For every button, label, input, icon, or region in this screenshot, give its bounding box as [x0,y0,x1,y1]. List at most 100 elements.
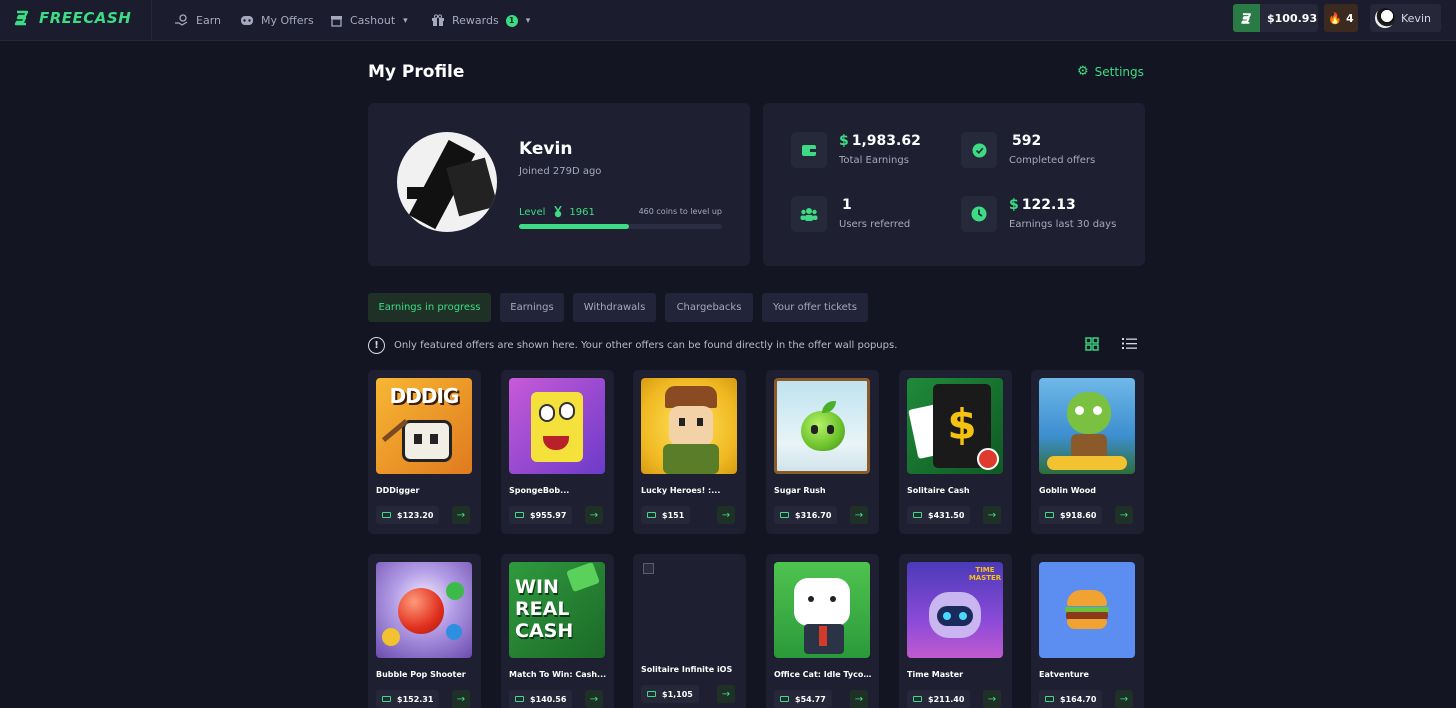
offer-name: Time Master [907,670,964,679]
offer-price: $1,105 [641,685,699,703]
nav-divider [151,0,152,41]
offer-card[interactable]: $ Solitaire Cash $431.50 → [899,370,1012,534]
offer-thumbnail: $ [907,378,1003,474]
avatar [1375,8,1395,28]
offer-card[interactable]: SpongeBob... $955.97 → [501,370,614,534]
top-navbar: FREECASH Earn My Offers Cashout ▾ Reward… [0,0,1456,41]
offer-thumbnail: DDDIG [376,378,472,474]
arrow-right-icon[interactable]: → [717,685,735,703]
balance-amount: $100.93 [1267,11,1318,25]
tab-offer-tickets[interactable]: Your offer tickets [762,293,868,322]
profile-name: Kevin [519,139,573,159]
user-menu-button[interactable]: Kevin [1370,4,1441,32]
stat-value: $122.13 [1009,197,1076,213]
cash-icon [780,512,789,518]
cash-icon [1045,696,1054,702]
level-progress-fill [519,224,629,229]
arrow-right-icon[interactable]: → [585,690,603,708]
cash-icon [515,512,524,518]
settings-link[interactable]: ⚙ Settings [1077,64,1144,79]
tab-earnings-in-progress[interactable]: Earnings in progress [368,293,491,322]
offer-price: $211.40 [907,690,971,708]
total-earnings-value: 1,983.62 [851,133,921,149]
nav-my-offers[interactable]: My Offers [240,0,314,41]
offer-thumbnail [376,562,472,658]
offer-card[interactable]: WIN REAL CASH Match To Win: Cash... $140… [501,554,614,708]
stat-value: $1,983.62 [839,133,921,149]
check-badge-icon [961,132,997,168]
hand-coin-icon [175,14,188,26]
stat-value: 592 [1009,133,1041,149]
arrow-right-icon[interactable]: → [585,506,603,524]
offer-price: $151 [641,506,691,524]
level-text: Level [519,206,546,218]
offer-price: $123.20 [376,506,440,524]
cash-icon [382,696,391,702]
offer-price: $164.70 [1039,690,1103,708]
tab-chargebacks[interactable]: Chargebacks [665,293,753,322]
arrow-right-icon[interactable]: → [983,690,1001,708]
gamepad-icon [241,16,253,25]
arrow-right-icon[interactable]: → [452,506,470,524]
offer-card[interactable]: DDDIG DDDigger $123.20 → [368,370,481,534]
freecash-logo[interactable]: FREECASH [13,9,131,27]
offer-card[interactable]: Sugar Rush $316.70 → [766,370,879,534]
currency-symbol: $ [839,133,849,149]
earnings-30-days-value: 122.13 [1021,197,1076,213]
list-view-icon[interactable] [1122,337,1137,350]
arrow-right-icon[interactable]: → [850,506,868,524]
stat-label: Users referred [839,219,911,230]
info-text: Only featured offers are shown here. You… [394,340,898,351]
offer-name: DDDigger [376,486,420,495]
arrow-right-icon[interactable]: → [717,506,735,524]
offer-thumbnail [774,562,870,658]
offer-card[interactable]: Goblin Wood $918.60 → [1031,370,1144,534]
tab-earnings[interactable]: Earnings [500,293,564,322]
coins-to-level: 460 coins to level up [638,207,722,216]
cash-icon [382,512,391,518]
nav-rewards[interactable]: Rewards 1 ▾ [431,0,530,41]
flame-icon: 🔥 [1328,11,1343,25]
completed-offers-value: 592 [1012,133,1042,149]
offer-card[interactable]: Office Cat: Idle Tycoo... $54.77 → [766,554,879,708]
users-referred-value: 1 [842,197,852,213]
grid-view-icon[interactable] [1085,337,1099,351]
balance-button[interactable]: $100.93 [1233,4,1318,32]
cash-logo-icon [1233,4,1260,32]
offer-card[interactable]: TIME MASTER Time Master $211.40 → [899,554,1012,708]
level-value: 1961 [569,206,595,218]
offer-card[interactable]: Lucky Heroes! :... $151 → [633,370,746,534]
tab-withdrawals[interactable]: Withdrawals [573,293,656,322]
wallet-icon [791,132,827,168]
stat-label: Earnings last 30 days [1009,219,1117,230]
stat-value: 1 [839,197,852,213]
nav-cashout[interactable]: Cashout ▾ [330,0,408,41]
nav-earn[interactable]: Earn [174,0,221,41]
stat-label: Completed offers [1009,155,1096,166]
user-name: Kevin [1401,11,1431,25]
offer-price: $316.70 [774,506,838,524]
offer-price-value: $918.60 [1060,510,1097,520]
arrow-right-icon[interactable]: → [850,690,868,708]
cash-icon [913,696,922,702]
offer-name: Goblin Wood [1039,486,1097,495]
offer-card[interactable]: Solitaire Infinite iOS $1,105 → [633,554,746,708]
currency-symbol: $ [1009,197,1019,213]
arrow-right-icon[interactable]: → [452,690,470,708]
arrow-right-icon[interactable]: → [983,506,1001,524]
rewards-count-badge: 1 [505,14,518,27]
arrow-right-icon[interactable]: → [1115,506,1133,524]
brand-name: FREECASH [39,9,132,27]
profile-avatar [397,132,497,232]
offer-card[interactable]: Eatventure $164.70 → [1031,554,1144,708]
cash-icon [515,696,524,702]
offer-name: Solitaire Infinite iOS [641,665,733,674]
offer-thumbnail: TIME MASTER [907,562,1003,658]
arrow-right-icon[interactable]: → [1115,690,1133,708]
users-icon [791,196,827,232]
offer-card[interactable]: Bubble Pop Shooter $152.31 → [368,554,481,708]
offer-price-value: $1,105 [662,689,693,699]
offer-thumbnail [509,378,605,474]
streak-button[interactable]: 🔥 4 [1324,4,1358,32]
offer-name: Sugar Rush [774,486,826,495]
